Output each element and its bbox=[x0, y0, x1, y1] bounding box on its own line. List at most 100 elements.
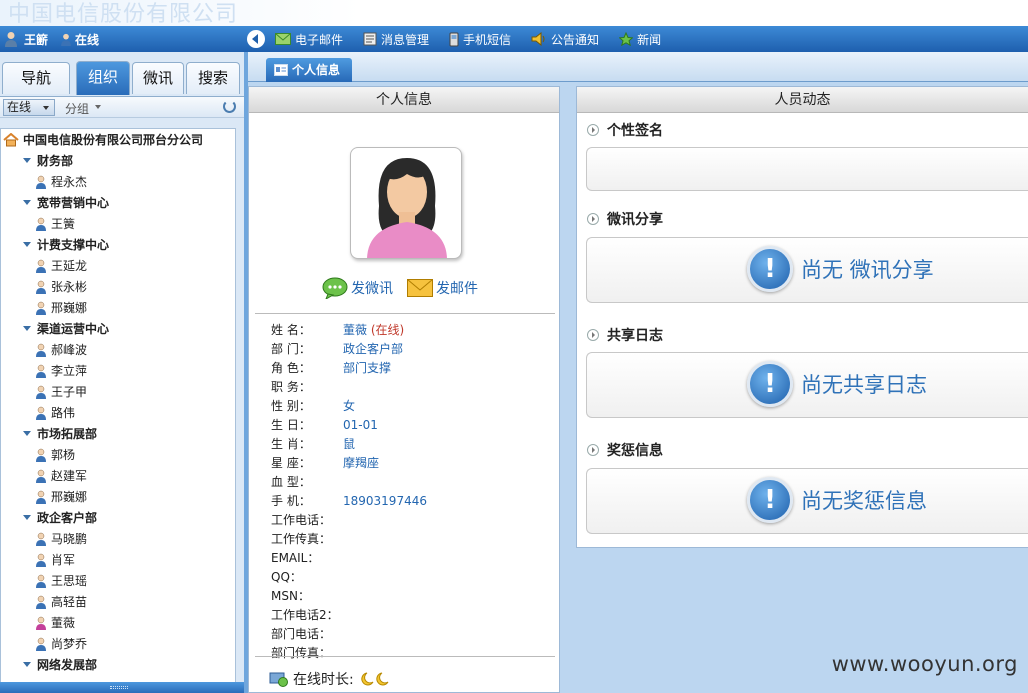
toolbar-email-label: 电子邮件 bbox=[295, 32, 344, 47]
tree-user-node[interactable]: 王思瑶 bbox=[35, 571, 87, 591]
refresh-icon[interactable] bbox=[223, 100, 236, 113]
tree-node-label: 王簧 bbox=[51, 217, 76, 231]
tree-user-node[interactable]: 邢巍娜 bbox=[35, 298, 87, 318]
tree-user-node[interactable]: 赵建军 bbox=[35, 466, 87, 486]
tree-user-node[interactable]: 肖军 bbox=[35, 550, 75, 570]
profile-field-row: 角 色： 部门支撑 bbox=[271, 359, 391, 378]
tree-user-node[interactable]: 郝峰波 bbox=[35, 340, 87, 360]
weixun-share-box: ! 尚无 微讯分享 bbox=[586, 237, 1028, 303]
expand-arrow-icon bbox=[587, 124, 599, 136]
tab-organization[interactable]: 组织 bbox=[76, 61, 130, 95]
tree-user-node[interactable]: 李立萍 bbox=[35, 361, 87, 381]
profile-field-row: MSN： bbox=[271, 587, 343, 606]
toolbar-announcement[interactable]: 公告通知 bbox=[531, 31, 599, 48]
field-value: 18903197446 bbox=[343, 494, 427, 508]
tree-node-label: 邢巍娜 bbox=[51, 301, 88, 315]
tree-dept-node[interactable]: 宽带营销中心 bbox=[23, 193, 109, 213]
weixun-share-title-text: 微讯分享 bbox=[607, 212, 663, 228]
doc-tab-personal-info[interactable]: 个人信息 bbox=[266, 58, 352, 82]
left-panel-footer bbox=[0, 682, 244, 693]
profile-field-row: EMAIL： bbox=[271, 549, 343, 568]
tree-node-label: 张永彬 bbox=[51, 280, 88, 294]
toolbar-message-manage[interactable]: 消息管理 bbox=[363, 31, 429, 48]
toolbar-email[interactable]: 电子邮件 bbox=[275, 31, 343, 48]
send-email-button[interactable]: 发邮件 bbox=[407, 278, 478, 298]
shared-log-empty-text: 尚无共享日志 bbox=[801, 373, 927, 397]
tree-dept-node[interactable]: 渠道运营中心 bbox=[23, 319, 109, 339]
tab-weixun[interactable]: 微讯 bbox=[132, 62, 184, 94]
person-icon bbox=[36, 469, 46, 483]
chevron-down-icon bbox=[23, 514, 31, 522]
group-filter-dropdown[interactable]: 分组 bbox=[65, 100, 102, 117]
tree-user-node[interactable]: 王子甲 bbox=[35, 382, 87, 402]
card-icon bbox=[274, 64, 288, 76]
expand-arrow-icon bbox=[587, 329, 599, 341]
user-avatar-icon bbox=[5, 32, 17, 47]
tree-node-label: 宽带营销中心 bbox=[37, 196, 110, 210]
tree-node-label: 程永杰 bbox=[51, 175, 88, 189]
tree-node-label: 郝峰波 bbox=[51, 343, 88, 357]
weixun-share-empty: ! 尚无 微讯分享 bbox=[747, 246, 934, 292]
tree-dept-node[interactable]: 网络发展部 bbox=[23, 655, 97, 675]
tree-user-node[interactable]: 王延龙 bbox=[35, 256, 87, 276]
user-bar: 王簖 在线 bbox=[0, 26, 244, 52]
back-button[interactable] bbox=[247, 30, 265, 48]
profile-field-row: 手 机： 18903197446 bbox=[271, 492, 427, 511]
person-icon bbox=[36, 637, 46, 651]
person-icon bbox=[36, 574, 46, 588]
tree-user-node[interactable]: 马晓鹏 bbox=[35, 529, 87, 549]
main-area: 个人信息 个人信息 发微讯 发邮件 姓 名： 董薇 (在线) 部 门： 政企客户… bbox=[248, 52, 1028, 693]
profile-field-row: 姓 名： 董薇 (在线) bbox=[271, 321, 404, 340]
left-panel: 导航 组织 微讯 搜索 在线 分组 中国电信股份有限公司邢台分公司 财务部程永杰宽… bbox=[0, 52, 244, 693]
filter-row: 在线 分组 bbox=[0, 96, 244, 118]
shared-log-empty: ! 尚无共享日志 bbox=[747, 361, 927, 407]
online-filter-dropdown[interactable]: 在线 bbox=[3, 99, 55, 116]
weixun-share-section-title[interactable]: 微讯分享 bbox=[587, 209, 663, 229]
expand-arrow-icon bbox=[587, 213, 599, 225]
field-label: 部 门： bbox=[271, 342, 311, 356]
tree-user-node[interactable]: 邢巍娜 bbox=[35, 487, 87, 507]
tree-dept-node[interactable]: 市场拓展部 bbox=[23, 424, 97, 444]
tree-user-node[interactable]: 董薇 bbox=[35, 613, 75, 633]
send-weixun-button[interactable]: 发微讯 bbox=[322, 277, 393, 299]
tab-search[interactable]: 搜索 bbox=[186, 62, 240, 94]
tree-user-node[interactable]: 高轻苗 bbox=[35, 592, 87, 612]
shared-log-section-title[interactable]: 共享日志 bbox=[587, 325, 663, 345]
tree-user-node[interactable]: 王簧 bbox=[35, 214, 75, 234]
tree-node-label: 网络发展部 bbox=[37, 658, 98, 672]
toolbar-mobile-sms[interactable]: 手机短信 bbox=[449, 31, 511, 48]
tree-node-label: 李立萍 bbox=[51, 364, 88, 378]
profile-field-row: QQ： bbox=[271, 568, 343, 587]
tab-navigation[interactable]: 导航 bbox=[2, 62, 70, 94]
person-icon bbox=[36, 301, 46, 315]
person-icon bbox=[36, 217, 46, 231]
resize-grip[interactable] bbox=[110, 686, 128, 689]
tree-dept-node[interactable]: 政企客户部 bbox=[23, 508, 97, 528]
personal-info-header: 个人信息 bbox=[249, 87, 559, 113]
signature-section-title[interactable]: 个性签名 bbox=[587, 120, 663, 140]
field-value: 摩羯座 bbox=[343, 456, 380, 470]
shared-log-box: ! 尚无共享日志 bbox=[586, 352, 1028, 418]
tree-dept-node[interactable]: 财务部 bbox=[23, 151, 73, 171]
tree-dept-node[interactable]: 计费支撑中心 bbox=[23, 235, 109, 255]
tree-user-node[interactable]: 张永彬 bbox=[35, 277, 87, 297]
profile-field-row: 部门传真： bbox=[271, 644, 343, 663]
rewards-section-title[interactable]: 奖惩信息 bbox=[587, 440, 663, 460]
tree-scrollbar[interactable] bbox=[237, 128, 244, 688]
tree-node-label: 计费支撑中心 bbox=[37, 238, 110, 252]
tree-user-node[interactable]: 尚梦乔 bbox=[35, 634, 87, 654]
tree-node-label: 郭杨 bbox=[51, 448, 76, 462]
profile-field-row: 部门电话： bbox=[271, 625, 343, 644]
tree-user-node[interactable]: 程永杰 bbox=[35, 172, 87, 192]
user-status[interactable]: 在线 bbox=[60, 31, 99, 48]
signature-title-text: 个性签名 bbox=[607, 123, 663, 139]
title-strip: 中国电信股份有限公司 bbox=[0, 0, 1028, 27]
tree-user-node[interactable]: 郭杨 bbox=[35, 445, 75, 465]
tree-root-node[interactable]: 中国电信股份有限公司邢台分公司 bbox=[3, 130, 203, 150]
person-icon bbox=[36, 616, 46, 630]
field-label: 工作电话2： bbox=[271, 608, 339, 622]
toolbar-news[interactable]: 新闻 bbox=[619, 31, 661, 48]
message-manage-icon bbox=[363, 32, 377, 46]
app-banner: 中国电信股份有限公司 bbox=[8, 2, 239, 27]
tree-user-node[interactable]: 路伟 bbox=[35, 403, 75, 423]
